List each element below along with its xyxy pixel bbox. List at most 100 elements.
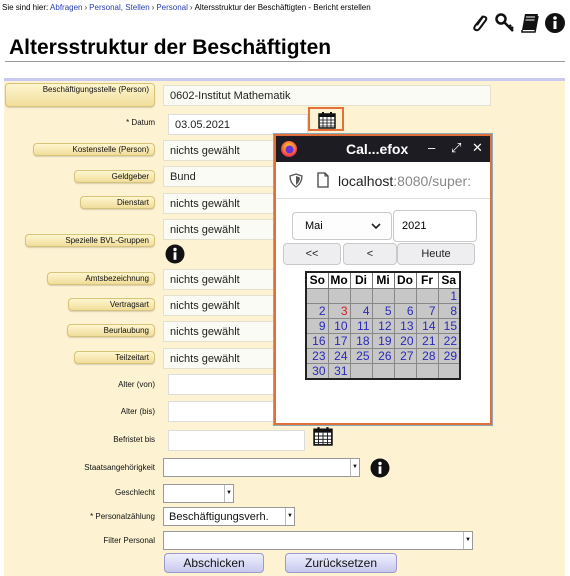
dienstart-label: Dienstart: [116, 198, 149, 207]
breadcrumb-link-personal[interactable]: Personal: [156, 3, 188, 12]
calendar-day-cell[interactable]: 24: [327, 347, 351, 364]
url-host: localhost: [338, 173, 394, 189]
month-select[interactable]: Mai: [292, 212, 392, 240]
today-button[interactable]: Heute: [397, 243, 475, 265]
page-title: Altersstruktur der Beschäftigten: [9, 36, 332, 59]
breadcrumb-link-abfragen[interactable]: Abfragen: [50, 3, 82, 12]
calendar-icon: [318, 111, 336, 134]
alter-bis-input[interactable]: [168, 401, 278, 422]
chevron-down-icon: ▼: [224, 485, 233, 502]
calendar-day-cell[interactable]: 12: [371, 317, 395, 334]
calendar-day-cell[interactable]: 14: [415, 317, 439, 334]
vertragsart-label: Vertragsart: [109, 300, 149, 309]
alter-von-input[interactable]: [168, 374, 278, 395]
close-icon[interactable]: ✕: [472, 140, 483, 156]
popup-titlebar[interactable]: Cal...efox – ⤢ ✕: [276, 136, 490, 162]
calendar-day-cell[interactable]: 21: [415, 332, 439, 349]
filter-personal-select[interactable]: ▼: [163, 531, 473, 550]
calendar-week-row: 9 10 11 12 13 14 15: [305, 317, 461, 334]
key-icon[interactable]: [494, 12, 516, 34]
amtsbezeichnung-label-button[interactable]: Amtsbezeichnung: [47, 272, 155, 285]
dienstart-label-button[interactable]: Dienstart: [80, 196, 155, 209]
vertragsart-label-button[interactable]: Vertragsart: [68, 298, 155, 311]
calendar-icon[interactable]: [313, 426, 333, 451]
alter-von-label: Alter (von): [118, 380, 155, 389]
geldgeber-label-button[interactable]: Geldgeber: [74, 170, 155, 183]
calendar-day-cell[interactable]: 20: [393, 332, 417, 349]
submit-button[interactable]: Abschicken: [164, 553, 264, 573]
year-input[interactable]: 2021: [393, 210, 477, 242]
calendar-day-cell[interactable]: 5: [371, 302, 395, 319]
calendar-week-row: 1: [305, 287, 461, 304]
calendar-day-cell[interactable]: 10: [327, 317, 351, 334]
calendar-day-cell[interactable]: 31: [327, 362, 351, 379]
datum-calendar-button[interactable]: [308, 107, 344, 131]
calendar-day-cell[interactable]: 15: [437, 317, 461, 334]
calendar-day-cell[interactable]: 7: [415, 302, 439, 319]
staatsangehoerigkeit-select[interactable]: ▼: [163, 458, 360, 477]
beurlaubung-label-button[interactable]: Beurlaubung: [67, 324, 155, 337]
weekday-header: Di: [349, 271, 373, 289]
calendar-day-cell[interactable]: 9: [305, 317, 329, 334]
calendar-day-cell[interactable]: 29: [437, 347, 461, 364]
breadcrumb-link-personal-stellen[interactable]: Personal, Stellen: [89, 3, 149, 12]
teilzeitart-label-button[interactable]: Teilzeitart: [74, 351, 155, 364]
calendar-empty-cell: [371, 287, 395, 304]
weekday-header: Fr: [415, 271, 439, 289]
calendar-day-cell[interactable]: 28: [415, 347, 439, 364]
toolbar: [469, 12, 566, 34]
geschlecht-label: Geschlecht: [114, 488, 155, 497]
calendar-day-cell[interactable]: 22: [437, 332, 461, 349]
book-icon[interactable]: [519, 12, 541, 34]
bvl-gruppen-label: Spezielle BVL-Gruppen: [65, 236, 149, 245]
minimize-icon[interactable]: –: [428, 140, 435, 155]
info-icon[interactable]: [165, 244, 185, 269]
calendar-day-cell[interactable]: 11: [349, 317, 373, 334]
kostenstelle-label-button[interactable]: Kostenstelle (Person): [33, 143, 155, 156]
calendar-day-cell[interactable]: 3: [327, 302, 351, 319]
geschlecht-select[interactable]: ▼: [163, 484, 234, 503]
calendar-day-cell[interactable]: 4: [349, 302, 373, 319]
calendar-day-cell[interactable]: 18: [349, 332, 373, 349]
calendar-day-cell[interactable]: 25: [349, 347, 373, 364]
prev-year-button[interactable]: <<: [283, 243, 341, 265]
calendar-day-cell[interactable]: 26: [371, 347, 395, 364]
url-rest: :8080/super:: [393, 173, 472, 189]
calendar-empty-cell: [349, 362, 373, 379]
info-icon[interactable]: [544, 12, 566, 34]
title-divider: [5, 61, 565, 62]
filter-personal-label: Filter Personal: [103, 536, 155, 545]
reset-button[interactable]: Zurücksetzen: [285, 553, 397, 573]
calendar-empty-cell: [415, 287, 439, 304]
prev-month-button[interactable]: <: [343, 243, 397, 265]
calendar-day-cell[interactable]: 1: [437, 287, 461, 304]
info-icon[interactable]: [370, 458, 390, 483]
calendar-day-cell[interactable]: 6: [393, 302, 417, 319]
calendar-day-cell[interactable]: 8: [437, 302, 461, 319]
popup-title: Cal...efox: [346, 141, 409, 157]
bvl-gruppen-field: nichts gewählt: [163, 219, 278, 240]
calendar-day-cell[interactable]: 13: [393, 317, 417, 334]
datum-input[interactable]: 03.05.2021: [168, 114, 308, 135]
calendar-empty-cell: [305, 287, 329, 304]
befristet-bis-input[interactable]: [168, 430, 305, 451]
calendar-day-cell[interactable]: 17: [327, 332, 351, 349]
bvl-gruppen-label-button[interactable]: Spezielle BVL-Gruppen: [25, 234, 155, 247]
calendar-empty-cell: [415, 362, 439, 379]
calendar-day-cell[interactable]: 23: [305, 347, 329, 364]
calendar-day-cell[interactable]: 27: [393, 347, 417, 364]
maximize-icon[interactable]: ⤢: [451, 140, 461, 156]
breadcrumb-current: Altersstruktur der Beschäftigten - Beric…: [194, 3, 371, 12]
calendar-day-cell[interactable]: 16: [305, 332, 329, 349]
calendar-day-cell[interactable]: 30: [305, 362, 329, 379]
personalzaehlung-select[interactable]: Beschäftigungsverh. ▼: [163, 507, 295, 526]
beschaeftigungsstelle-label-button[interactable]: Beschäftigungsstelle (Person): [5, 83, 155, 107]
calendar-day-cell[interactable]: 2: [305, 302, 329, 319]
calendar-day-cell[interactable]: 19: [371, 332, 395, 349]
amtsbezeichnung-field: nichts gewählt: [163, 269, 278, 290]
calendar-grid: So Mo Di Mi Do Fr Sa 1 2 3 4 5 6 7 8 9 10 11 12 13 14 15 16 17…: [305, 271, 461, 380]
popup-divider: [276, 198, 490, 199]
paperclip-icon[interactable]: [469, 12, 491, 34]
popup-url-bar[interactable]: localhost:8080/super:: [276, 166, 490, 194]
shield-icon[interactable]: [289, 173, 303, 191]
